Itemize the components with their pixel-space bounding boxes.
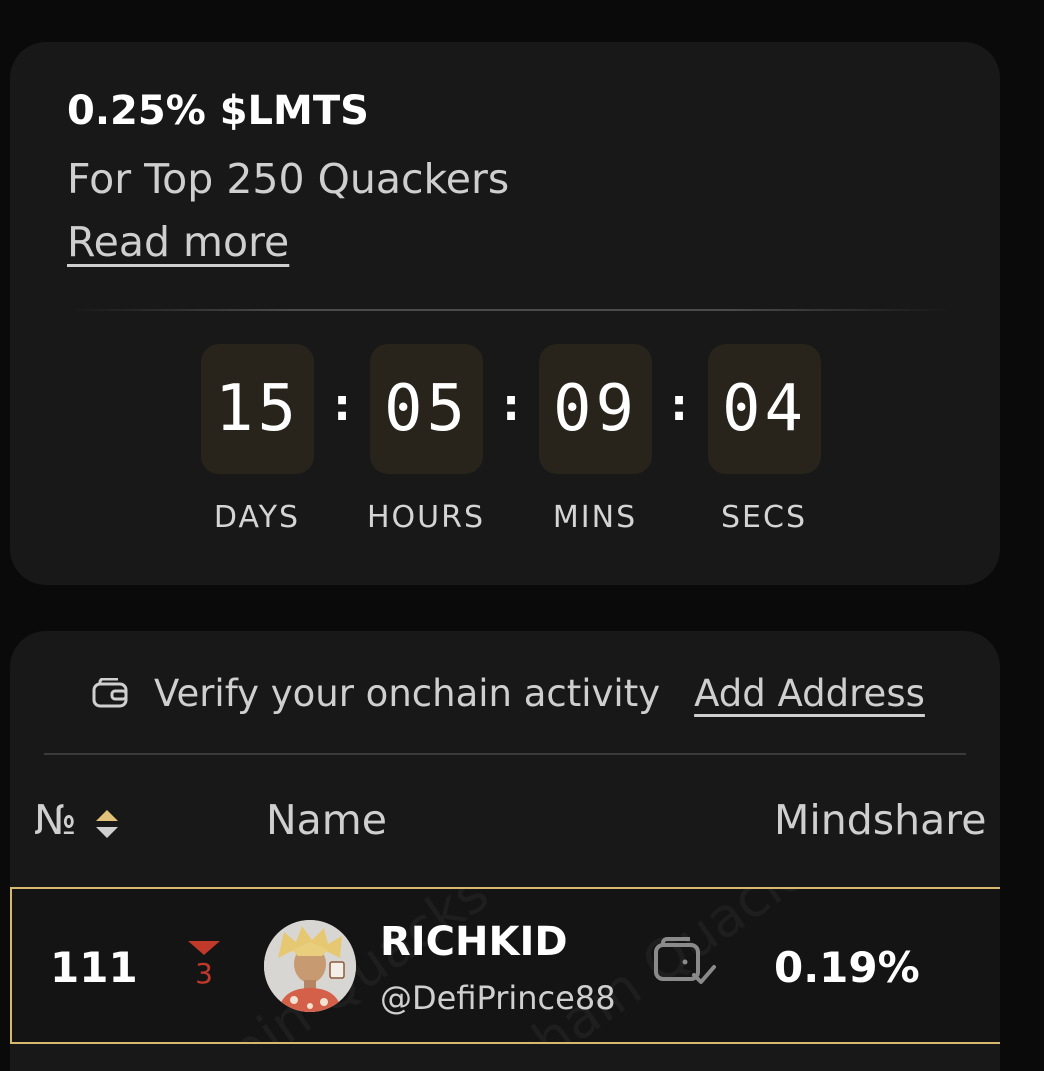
user-handle: @DefiPrince88: [380, 979, 616, 1017]
wallet-icon: [92, 678, 128, 708]
countdown-days: 15: [201, 344, 314, 474]
mindshare-value: 0.19%: [774, 943, 920, 992]
rank-change-value: 3: [195, 957, 213, 990]
countdown-label-days: DAYS: [213, 500, 301, 535]
rank-value: 111: [50, 943, 138, 992]
rank-down-icon: [188, 941, 220, 955]
divider: [70, 309, 950, 311]
verify-text: Verify your onchain activity: [154, 671, 661, 715]
sort-icon[interactable]: [94, 808, 120, 840]
divider: [44, 753, 966, 755]
countdown-separator: :: [502, 380, 520, 431]
countdown-label-secs: SECS: [721, 500, 807, 535]
countdown-mins: 09: [539, 344, 652, 474]
countdown-separator: :: [670, 380, 688, 431]
countdown-secs: 04: [708, 344, 821, 474]
reward-title: 0.25% $LMTS: [67, 88, 369, 134]
user-name[interactable]: RICHKID: [380, 919, 568, 965]
column-header-mindshare: Mindshare: [774, 796, 987, 844]
reward-card: 0.25% $LMTS For Top 250 Quackers Read mo…: [10, 42, 1000, 585]
column-header-name: Name: [266, 796, 387, 844]
wallet-verified-icon: [654, 937, 716, 984]
add-address-link[interactable]: Add Address: [694, 672, 925, 715]
reward-subtitle: For Top 250 Quackers: [67, 155, 510, 203]
table-row[interactable]: chain Quacks chain Quacks 111 3 RICHKID …: [10, 887, 1000, 1044]
countdown-hours: 05: [370, 344, 483, 474]
avatar[interactable]: [264, 920, 356, 1012]
leaderboard-card: Verify your onchain activity Add Address…: [10, 631, 1000, 1071]
countdown-label-hours: HOURS: [366, 500, 486, 535]
read-more-link[interactable]: Read more: [67, 218, 289, 266]
countdown-label-mins: MINS: [552, 500, 638, 535]
verify-row: Verify your onchain activity Add Address: [92, 667, 925, 719]
rank-change: 3: [186, 941, 222, 990]
column-header-rank: №: [34, 796, 77, 844]
countdown-separator: :: [333, 380, 351, 431]
